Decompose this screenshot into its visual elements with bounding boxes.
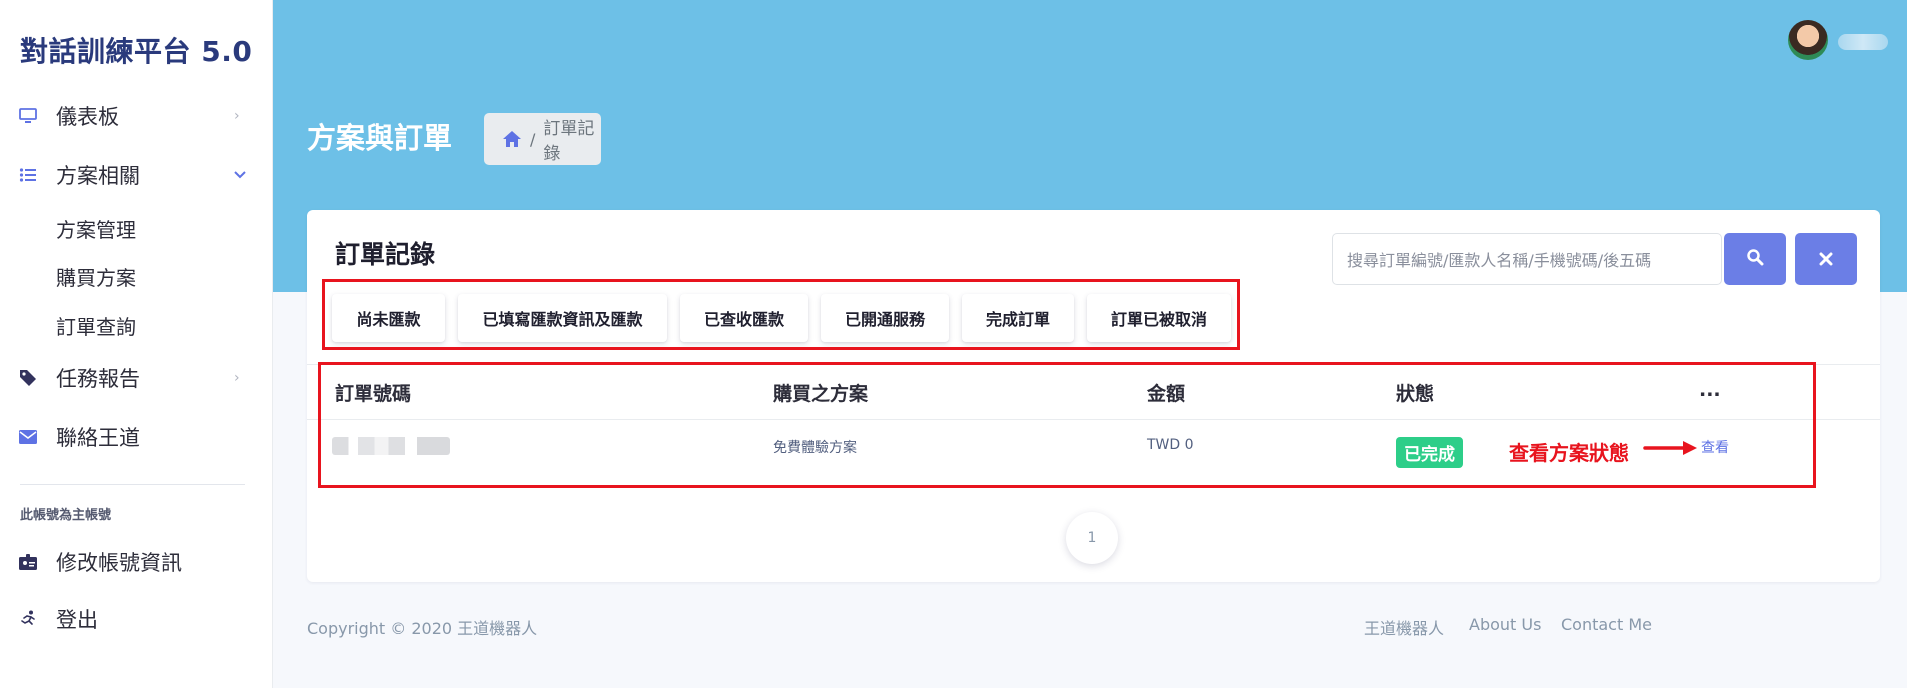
highlight-box-table	[318, 362, 1816, 488]
brand-title: 對話訓練平台 5.0	[20, 35, 253, 68]
sidebar-item-edit-account[interactable]: 修改帳號資訊	[0, 540, 273, 584]
sidebar: 對話訓練平台 5.0 儀表板 › 方案相關 方案管理 購買方案 訂單查詢 任務報…	[0, 0, 273, 688]
sidebar-subitem-order-query[interactable]: 訂單查詢	[56, 311, 136, 340]
sidebar-item-logout[interactable]: 登出	[0, 597, 273, 641]
sidebar-item-label: 登出	[56, 608, 98, 632]
envelope-icon	[19, 428, 37, 446]
tag-icon	[19, 369, 37, 387]
sidebar-item-label: 儀表板	[56, 105, 119, 129]
sidebar-item-contact[interactable]: 聯絡王道	[0, 415, 273, 459]
search-button[interactable]	[1724, 233, 1786, 285]
avatar[interactable]	[1788, 20, 1828, 60]
card-title: 訂單記錄	[335, 240, 436, 269]
footer-copyright: Copyright © 2020 王道機器人	[307, 619, 538, 638]
sidebar-item-label: 修改帳號資訊	[56, 551, 182, 575]
sidebar-item-dashboard[interactable]: 儀表板 ›	[0, 94, 273, 138]
running-icon	[19, 610, 37, 628]
sidebar-item-label: 方案相關	[56, 164, 140, 188]
id-card-icon	[19, 553, 37, 571]
search-input[interactable]: 搜尋訂單編號/匯款人名稱/手機號碼/後五碼	[1332, 233, 1722, 285]
user-name-redacted[interactable]	[1838, 34, 1888, 50]
account-note: 此帳號為主帳號	[20, 508, 112, 523]
breadcrumb-current: 訂單記錄	[543, 119, 595, 164]
footer-link-about[interactable]: About Us	[1469, 615, 1541, 634]
close-icon	[1819, 247, 1833, 272]
sidebar-item-label: 任務報告	[56, 367, 140, 391]
sidebar-subitem-buy-plan[interactable]: 購買方案	[56, 262, 136, 291]
chevron-down-icon	[234, 167, 246, 183]
home-icon[interactable]	[502, 130, 522, 148]
footer-link-company[interactable]: 王道機器人	[1364, 615, 1444, 639]
list-icon	[19, 166, 37, 184]
search-icon	[1746, 248, 1764, 270]
sidebar-divider	[20, 484, 245, 485]
chevron-right-icon: ›	[234, 108, 240, 124]
page-title: 方案與訂單	[307, 121, 453, 155]
monitor-icon	[19, 107, 37, 125]
breadcrumb: / 訂單記錄	[484, 113, 601, 165]
sidebar-item-label: 聯絡王道	[56, 426, 140, 450]
footer-link-contact[interactable]: Contact Me	[1561, 615, 1652, 634]
sidebar-subitem-plan-management[interactable]: 方案管理	[56, 214, 136, 243]
sidebar-item-task-report[interactable]: 任務報告 ›	[0, 356, 273, 400]
breadcrumb-separator: /	[530, 129, 536, 149]
clear-button[interactable]	[1795, 233, 1857, 285]
chevron-right-icon: ›	[234, 370, 240, 386]
highlight-box-filters	[322, 279, 1240, 350]
sidebar-item-plans[interactable]: 方案相關	[0, 153, 273, 197]
pagination-page-1[interactable]: 1	[1066, 512, 1118, 564]
